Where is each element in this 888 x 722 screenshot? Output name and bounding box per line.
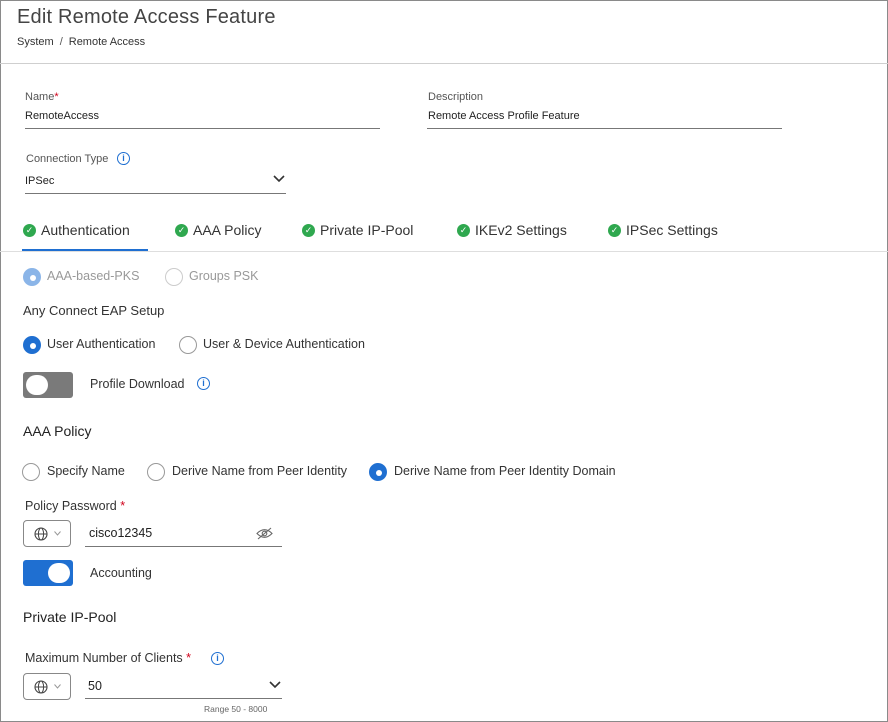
tab-aaa-policy[interactable]: ✓ AAA Policy <box>175 222 261 238</box>
tab-authentication[interactable]: ✓ Authentication <box>23 222 130 238</box>
globe-icon <box>33 526 48 541</box>
name-label: Name* <box>25 91 59 103</box>
max-clients-underline <box>85 698 282 699</box>
check-icon: ✓ <box>608 223 621 237</box>
derive-peer-identity-label: Derive Name from Peer Identity <box>172 464 348 478</box>
name-input-underline <box>25 128 380 129</box>
accounting-toggle[interactable] <box>23 560 73 586</box>
profile-download-info-icon[interactable]: i <box>197 377 210 390</box>
check-icon: ✓ <box>175 223 188 237</box>
check-icon: ✓ <box>302 223 315 237</box>
specify-name-label: Specify Name <box>47 464 125 478</box>
accounting-label: Accounting <box>90 566 152 580</box>
connection-type-label: Connection Type <box>26 153 109 165</box>
user-authentication-label: User Authentication <box>47 337 156 351</box>
description-label: Description <box>428 91 484 103</box>
check-icon: ✓ <box>457 223 470 237</box>
max-clients-info-icon[interactable]: i <box>211 652 224 665</box>
groups-psk-label: Groups PSK <box>189 269 259 283</box>
aaa-based-pks-label: AAA-based-PKS <box>47 269 140 283</box>
breadcrumb: System / Remote Access <box>17 36 145 48</box>
globe-icon <box>33 679 48 694</box>
radio-aaa-based-pks[interactable] <box>23 268 41 286</box>
breadcrumb-remote-access[interactable]: Remote Access <box>69 36 145 48</box>
description-input-underline <box>427 128 782 129</box>
check-icon: ✓ <box>23 223 36 237</box>
window-frame <box>0 0 888 722</box>
user-device-authentication-label: User & Device Authentication <box>203 337 365 351</box>
eap-setup-label: Any Connect EAP Setup <box>23 303 165 318</box>
radio-user-authentication[interactable] <box>23 336 41 354</box>
toggle-knob <box>26 375 48 395</box>
policy-password-underline <box>85 546 282 547</box>
page-title: Edit Remote Access Feature <box>17 6 276 28</box>
max-clients-range-hint: Range 50 - 8000 <box>204 704 268 714</box>
policy-password-input[interactable]: cisco12345 <box>89 526 152 540</box>
connection-type-info-icon[interactable]: i <box>117 152 130 165</box>
max-clients-select[interactable]: 50 <box>88 679 102 693</box>
max-clients-scope-button[interactable] <box>23 673 71 700</box>
profile-download-label: Profile Download <box>90 377 185 391</box>
breadcrumb-system[interactable]: System <box>17 36 54 48</box>
toggle-knob <box>48 563 70 583</box>
profile-download-toggle[interactable] <box>23 372 73 398</box>
policy-password-required-mark: * <box>120 499 126 513</box>
chevron-down-icon[interactable] <box>269 681 281 689</box>
policy-password-label: Policy Password * <box>25 499 126 513</box>
chevron-down-icon <box>53 531 61 536</box>
connection-type-select[interactable]: IPSec <box>25 175 54 187</box>
chevron-down-icon[interactable] <box>273 175 285 183</box>
max-clients-required-mark: * <box>186 651 192 665</box>
tab-ipsec-settings[interactable]: ✓ IPSec Settings <box>608 222 718 238</box>
radio-derive-peer-identity[interactable] <box>147 463 165 481</box>
radio-user-device-authentication[interactable] <box>179 336 197 354</box>
tabs-divider <box>0 251 888 252</box>
eye-off-icon[interactable] <box>256 527 273 540</box>
header-divider <box>0 63 888 64</box>
radio-derive-peer-identity-domain[interactable] <box>369 463 387 481</box>
tab-ikev2-settings[interactable]: ✓ IKEv2 Settings <box>457 222 567 238</box>
name-required-mark: * <box>54 91 59 103</box>
aaa-policy-title: AAA Policy <box>23 423 92 439</box>
private-ip-pool-title: Private IP-Pool <box>23 609 117 625</box>
connection-type-underline <box>25 193 286 194</box>
description-input[interactable]: Remote Access Profile Feature <box>428 110 580 122</box>
breadcrumb-separator: / <box>59 36 63 48</box>
chevron-down-icon <box>53 684 61 689</box>
radio-groups-psk[interactable] <box>165 268 183 286</box>
radio-specify-name[interactable] <box>22 463 40 481</box>
policy-password-scope-button[interactable] <box>23 520 71 547</box>
name-input[interactable]: RemoteAccess <box>25 110 99 122</box>
derive-peer-identity-domain-label: Derive Name from Peer Identity Domain <box>394 464 616 478</box>
max-clients-label: Maximum Number of Clients * <box>25 651 192 665</box>
tab-private-ip-pool[interactable]: ✓ Private IP-Pool <box>302 222 413 238</box>
